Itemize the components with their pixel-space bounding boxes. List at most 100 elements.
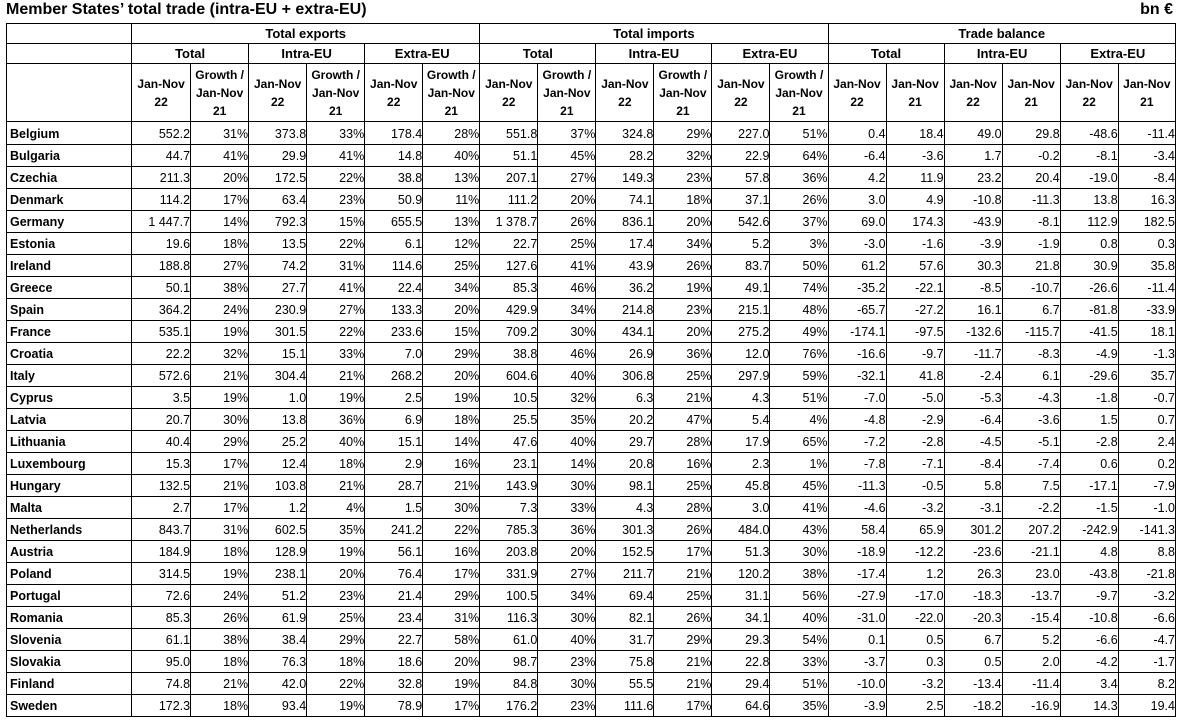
table-cell: 15.1 (364, 430, 424, 453)
table-cell: 51.1 (479, 144, 539, 167)
period-header: Jan-Nov 21 (1001, 63, 1061, 122)
table-cell: 41.8 (885, 364, 945, 387)
table-cell: 18.1 (1117, 320, 1177, 343)
table-cell: 6.1 (364, 232, 424, 255)
table-cell: 61.9 (248, 606, 308, 629)
table-cell: 35% (306, 518, 366, 541)
subgroup-header: Intra-EU (248, 43, 366, 64)
table-cell: 4.2 (827, 166, 887, 189)
table-cell: 373.8 (248, 121, 308, 145)
table-cell: 44.7 (131, 144, 192, 167)
table-cell: 21% (653, 672, 713, 695)
table-row: Germany 1 447.7 14% 792.3 15% 655.5 13% 1 378.7… (5, 210, 1177, 233)
table-cell: 1.7 (943, 144, 1003, 167)
table-cell: -10.8 (943, 188, 1003, 211)
table-cell: -23.6 (943, 540, 1003, 563)
table-cell: 22.7 (364, 628, 424, 651)
table-cell: 21% (653, 562, 713, 585)
table-cell: -3.6 (885, 144, 945, 167)
table-cell: 238.1 (248, 562, 308, 585)
table-cell: -4.3 (1001, 386, 1061, 409)
table-cell: 61.2 (827, 254, 887, 277)
table-cell: -18.9 (827, 540, 887, 563)
table-cell: 542.6 (711, 210, 771, 233)
table-cell: 74.8 (131, 672, 192, 695)
table-cell: 34% (537, 584, 597, 607)
table-cell: 75.8 (595, 650, 655, 673)
table-cell: 30% (769, 540, 829, 563)
table-cell: 19% (422, 672, 481, 695)
table-cell: 16.1 (943, 298, 1003, 321)
table-cell: 51% (769, 672, 829, 695)
table-cell: 38% (769, 562, 829, 585)
table-cell: 63.4 (248, 188, 308, 211)
table-cell: 178.4 (364, 121, 424, 145)
table-cell: 42.0 (248, 672, 308, 695)
table-cell: 7.3 (479, 496, 539, 519)
table-cell: 20% (537, 540, 597, 563)
table-cell: 32% (190, 342, 250, 365)
table-cell: 31% (190, 518, 250, 541)
group-header-imports: Total imports (479, 23, 829, 44)
table-cell: 26% (769, 188, 829, 211)
table-cell: 23% (306, 584, 366, 607)
table-cell: 22.2 (131, 342, 192, 365)
table-cell: 85.3 (479, 276, 539, 299)
table-cell: 8.8 (1117, 540, 1177, 563)
table-cell: 61.0 (479, 628, 539, 651)
country-name: Czechia (5, 166, 133, 189)
table-cell: -115.7 (1001, 320, 1061, 343)
table-cell: 18.4 (885, 121, 945, 145)
table-cell: -33.9 (1117, 298, 1177, 321)
table-cell: 29.4 (711, 672, 771, 695)
table-cell: 10.5 (479, 386, 539, 409)
table-cell: 37.1 (711, 188, 771, 211)
table-cell: 364.2 (131, 298, 192, 321)
table-cell: 19% (190, 320, 250, 343)
table-cell: 29% (653, 121, 713, 145)
table-cell: -3.9 (943, 232, 1003, 255)
table-cell: 18% (306, 650, 366, 673)
table-cell: 35% (769, 694, 829, 717)
table-cell: 72.6 (131, 584, 192, 607)
table-cell: 6.1 (1001, 364, 1061, 387)
country-name: Netherlands (5, 518, 133, 541)
table-row: Croatia 22.2 32% 15.1 33% 7.0 29% 38.8 46% 26.9 36… (5, 342, 1177, 365)
table-cell: 22.4 (364, 276, 424, 299)
table-cell: 211.7 (595, 562, 655, 585)
table-cell: 15.3 (131, 452, 192, 475)
table-cell: 20.7 (131, 408, 192, 431)
table-cell: 3.5 (131, 386, 192, 409)
table-cell: 314.5 (131, 562, 192, 585)
table-cell: -1.6 (885, 232, 945, 255)
subgroup-header: Total (131, 43, 250, 64)
table-cell: 1.2 (885, 562, 945, 585)
table-cell: 0.3 (1117, 232, 1177, 255)
table-body: Belgium 552.2 31% 373.8 33% 178.4 28% 551.8 37% 3… (5, 121, 1177, 717)
table-cell: 20% (306, 562, 366, 585)
table-cell: -26.6 (1059, 276, 1119, 299)
table-cell: 4.3 (595, 496, 655, 519)
table-cell: 114.6 (364, 254, 424, 277)
subgroup-header: Intra-EU (595, 43, 713, 64)
table-cell: 31% (422, 606, 481, 629)
table-cell: -29.6 (1059, 364, 1119, 387)
period-header: Jan-Nov 22 (827, 63, 887, 122)
table-cell: 36.2 (595, 276, 655, 299)
table-cell: 29% (190, 430, 250, 453)
table-cell: 207.1 (479, 166, 539, 189)
table-cell: -3.7 (827, 650, 887, 673)
table-cell: 111.6 (595, 694, 655, 717)
table-cell: 0.7 (1117, 408, 1177, 431)
table-cell: 95.0 (131, 650, 192, 673)
table-cell: -7.1 (885, 452, 945, 475)
table-cell: 434.1 (595, 320, 655, 343)
table-cell: 30.9 (1059, 254, 1119, 277)
table-cell: 301.2 (943, 518, 1003, 541)
table-cell: -6.6 (1117, 606, 1177, 629)
table-row: Malta 2.7 17% 1.2 4% 1.5 30% 7.3 33% 4.3 28% 3.0 41%… (5, 496, 1177, 519)
table-cell: -32.1 (827, 364, 887, 387)
table-cell: -27.2 (885, 298, 945, 321)
table-cell: 172.3 (131, 694, 192, 717)
table-cell: 28% (653, 430, 713, 453)
